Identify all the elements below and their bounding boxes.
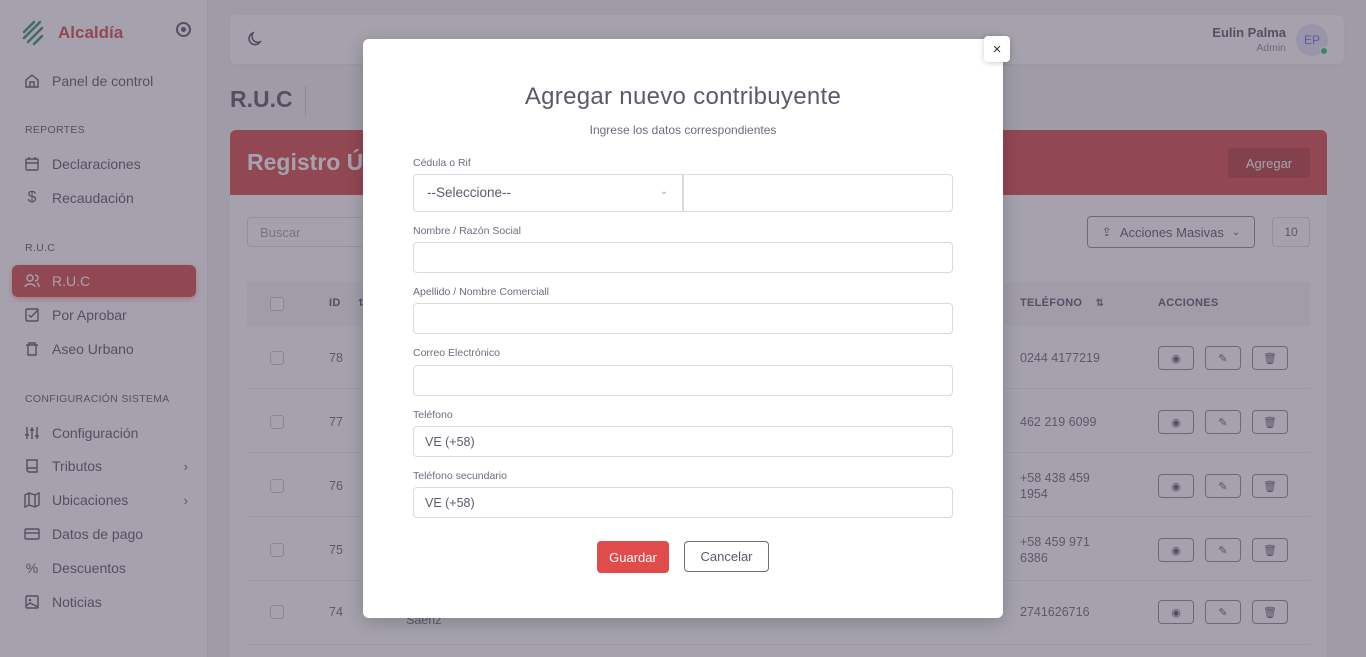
nombre-label: Nombre / Razón Social bbox=[413, 225, 521, 237]
document-type-select[interactable]: --Seleccione-- ⌄ bbox=[413, 174, 683, 212]
modal-subtitle: Ingrese los datos correspondientes bbox=[589, 123, 777, 137]
email-input[interactable] bbox=[413, 365, 953, 396]
add-contribuyente-modal: × Agregar nuevo contribuyente Ingrese lo… bbox=[363, 36, 1010, 618]
phone-input[interactable]: VE (+58) bbox=[413, 426, 953, 457]
apellido-input[interactable] bbox=[413, 303, 953, 334]
cedula-label: Cédula o Rif bbox=[413, 157, 471, 169]
telefono2-label: Teléfono secundario bbox=[413, 470, 507, 482]
close-icon: × bbox=[992, 40, 1002, 58]
document-number-input[interactable] bbox=[683, 174, 953, 212]
save-button[interactable]: Guardar bbox=[597, 541, 669, 573]
chevron-down-icon: ⌄ bbox=[659, 186, 668, 197]
apellido-label: Apellido / Nombre Comerciall bbox=[413, 286, 549, 298]
modal-title: Agregar nuevo contribuyente bbox=[524, 83, 842, 110]
telefono-label: Teléfono bbox=[413, 409, 453, 421]
close-button[interactable]: × bbox=[984, 36, 1010, 62]
nombre-input[interactable] bbox=[413, 242, 953, 273]
secondary-phone-input[interactable]: VE (+58) bbox=[413, 487, 953, 518]
cancel-button[interactable]: Cancelar bbox=[684, 541, 769, 572]
correo-label: Correo Electrónico bbox=[413, 347, 500, 359]
document-type-value: --Seleccione-- bbox=[427, 185, 512, 200]
